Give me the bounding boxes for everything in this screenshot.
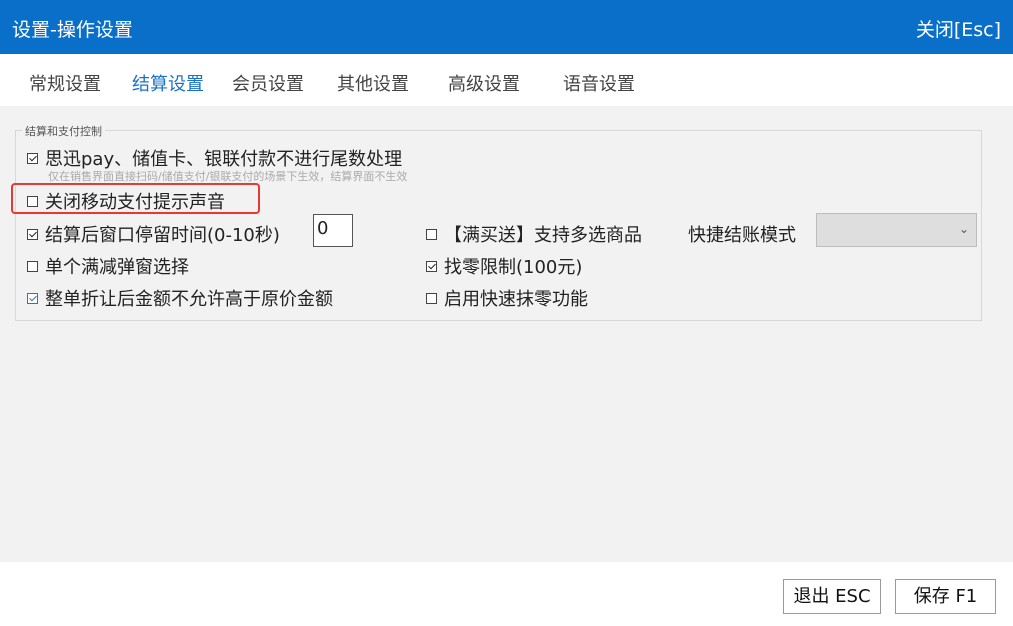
- save-button[interactable]: 保存 F1: [895, 579, 996, 614]
- option-label: 【满买送】支持多选商品: [444, 225, 642, 246]
- chevron-down-icon: ⌄: [958, 222, 969, 236]
- group-legend: 结算和支付控制: [22, 123, 105, 139]
- quick-checkout-label: 快捷结账模式: [688, 225, 796, 246]
- option-no-exceed-original[interactable]: 整单折让后金额不允许高于原价金额: [27, 285, 333, 311]
- tab-voice[interactable]: 语音设置: [563, 70, 635, 96]
- tab-advanced[interactable]: 高级设置: [448, 70, 520, 96]
- option-window-stay[interactable]: 结算后窗口停留时间(0-10秒): [27, 221, 280, 247]
- quick-checkout-select[interactable]: ⌄: [816, 213, 977, 247]
- tab-member[interactable]: 会员设置: [232, 70, 304, 96]
- window-title: 设置-操作设置: [12, 19, 133, 41]
- option-label: 单个满减弹窗选择: [45, 257, 189, 278]
- checkbox-change-limit[interactable]: [426, 260, 437, 272]
- option-single-discount-popup[interactable]: 单个满减弹窗选择: [27, 253, 189, 279]
- checkbox-quick-wipe[interactable]: [426, 292, 437, 304]
- checkbox-single-discount-popup[interactable]: [27, 260, 38, 272]
- exit-button[interactable]: 退出 ESC: [783, 579, 881, 614]
- option-label: 整单折让后金额不允许高于原价金额: [45, 289, 333, 310]
- checkbox-window-stay[interactable]: [27, 228, 38, 240]
- title-bar: 设置-操作设置 关闭[Esc]: [0, 0, 1013, 54]
- tab-other[interactable]: 其他设置: [337, 70, 409, 96]
- option-quick-wipe[interactable]: 启用快速抹零功能: [426, 285, 588, 311]
- option-label: 结算后窗口停留时间(0-10秒): [45, 225, 280, 246]
- tab-bar: 常规设置 结算设置 会员设置 其他设置 高级设置 语音设置: [0, 54, 1013, 106]
- footer-bar: 退出 ESC 保存 F1: [0, 562, 1013, 626]
- checkbox-multi-select-gift[interactable]: [426, 228, 437, 240]
- checkbox-no-rounding[interactable]: [27, 152, 38, 164]
- option-hint: 仅在销售界面直接扫码/储值支付/银联支付的场景下生效，结算界面不生效: [48, 170, 408, 183]
- option-change-limit[interactable]: 找零限制(100元): [426, 253, 582, 279]
- highlight-box: [11, 183, 260, 214]
- option-multi-select-gift[interactable]: 【满买送】支持多选商品: [426, 221, 642, 247]
- close-button[interactable]: 关闭[Esc]: [916, 15, 1001, 42]
- stay-time-input[interactable]: 0: [313, 214, 353, 247]
- tab-checkout[interactable]: 结算设置: [132, 70, 204, 96]
- option-label: 启用快速抹零功能: [444, 289, 588, 310]
- tab-general[interactable]: 常规设置: [29, 70, 101, 96]
- checkbox-no-exceed-original[interactable]: [27, 292, 38, 304]
- option-label: 找零限制(100元): [444, 257, 583, 278]
